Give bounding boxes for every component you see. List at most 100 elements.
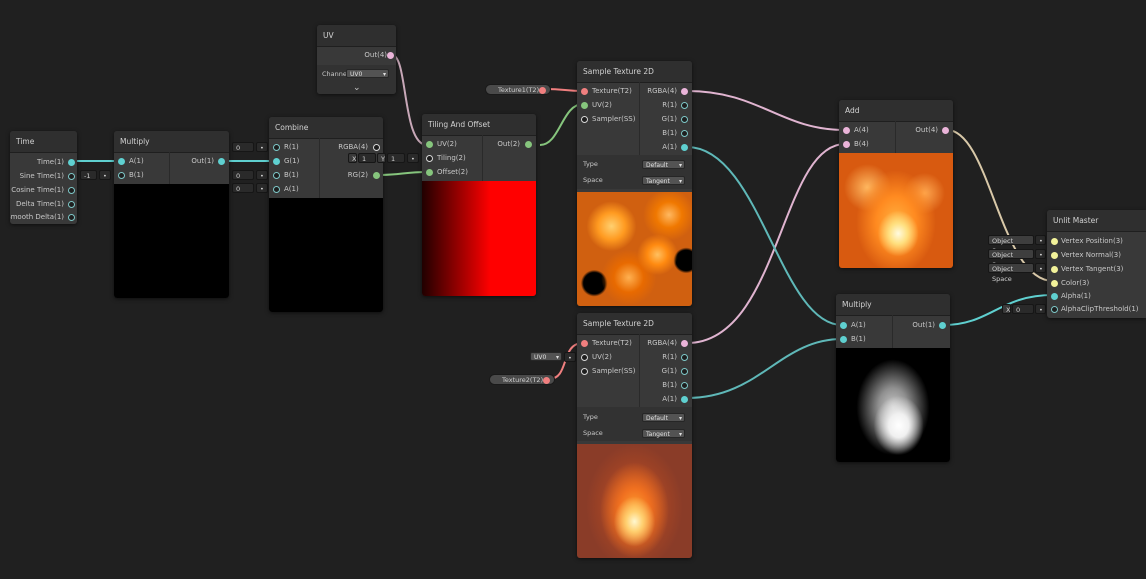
- unlit-vertex-tangent-port[interactable]: [1051, 266, 1058, 273]
- sample1-sampler-port[interactable]: [581, 116, 588, 123]
- multiply2-out-port[interactable]: [939, 322, 946, 329]
- unlit-alpha-port[interactable]: [1051, 293, 1058, 300]
- multiply-node[interactable]: Multiply A(1) B(1) Out(1): [114, 131, 229, 298]
- combine-b-value[interactable]: 0: [232, 170, 254, 180]
- vertex-tangent-space[interactable]: Object Space: [988, 263, 1034, 283]
- time-output-port[interactable]: [68, 173, 75, 180]
- tiling-x-field[interactable]: 1: [358, 153, 376, 163]
- combine-r-value[interactable]: 0: [232, 142, 254, 152]
- sample2-space-dropdown[interactable]: Tangent: [642, 429, 685, 439]
- combine-a-port[interactable]: [273, 186, 280, 193]
- combine-g-label: G(1): [284, 157, 300, 165]
- sample-texture-node[interactable]: Sample Texture 2D Texture(T2) UV(2) Samp…: [577, 61, 692, 306]
- sample1-b-port[interactable]: [681, 130, 688, 137]
- sample2-a-port[interactable]: [681, 396, 688, 403]
- combine-a-label: A(1): [284, 185, 299, 193]
- combine-rg-label: RG(2): [347, 171, 368, 179]
- sample2-texture-port[interactable]: [581, 340, 588, 347]
- sample2-uv-port[interactable]: [581, 354, 588, 361]
- combine-b-port[interactable]: [273, 172, 280, 179]
- multiply1-a-port[interactable]: [118, 158, 125, 165]
- channel-dropdown[interactable]: UV0: [346, 69, 389, 79]
- tiling-offset-node[interactable]: Tiling And Offset UV(2) Tiling(2) Offset…: [422, 114, 536, 296]
- combine-b-label: B(1): [284, 171, 299, 179]
- tiling-tiling-label: Tiling(2): [437, 154, 466, 162]
- alpha-clip-x-label: X: [1002, 304, 1011, 314]
- collapse-chevron-icon[interactable]: ⌄: [353, 83, 361, 93]
- time-output-port[interactable]: [68, 187, 75, 194]
- sample2-g-port[interactable]: [681, 368, 688, 375]
- combine-rg-port[interactable]: [373, 172, 380, 179]
- sample1-space-dropdown[interactable]: Tangent: [642, 176, 685, 186]
- time-output-port[interactable]: [68, 201, 75, 208]
- sample2-a-label: A(1): [662, 395, 677, 403]
- sample1-space-label: Space: [583, 176, 603, 184]
- time-output-port[interactable]: [68, 159, 75, 166]
- sample1-b-label: B(1): [662, 129, 677, 137]
- tiling-uv-port[interactable]: [426, 141, 433, 148]
- tiling-y-field[interactable]: 1: [387, 153, 405, 163]
- sample2-preview: [577, 444, 692, 558]
- sample2-r-port[interactable]: [681, 354, 688, 361]
- sample-texture-node[interactable]: Sample Texture 2D Texture(T2) UV(2) Samp…: [577, 313, 692, 558]
- multiply1-preview: [114, 184, 229, 298]
- alpha-clip-field[interactable]: 0: [1012, 304, 1034, 314]
- tiling-offset-port[interactable]: [426, 169, 433, 176]
- multiply1-a-label: A(1): [129, 157, 144, 165]
- uv-node[interactable]: UV Out(4) Channel UV0 ⌄: [317, 25, 396, 94]
- unlit-vertex-normal-port[interactable]: [1051, 252, 1058, 259]
- sample1-rgba-port[interactable]: [681, 88, 688, 95]
- unlit-alpha-clip-port[interactable]: [1051, 306, 1058, 313]
- texture1-out-port[interactable]: [539, 87, 546, 94]
- sample2-uv-dropdown[interactable]: UV0: [530, 352, 562, 362]
- time-output-port[interactable]: [68, 214, 75, 221]
- uv-out-port[interactable]: [387, 52, 394, 59]
- sample2-type-dropdown[interactable]: Default: [642, 413, 685, 423]
- unlit-vertex-position-label: Vertex Position(3): [1061, 237, 1123, 245]
- sample2-sampler-port[interactable]: [581, 368, 588, 375]
- sample1-a-port[interactable]: [681, 144, 688, 151]
- time-output-label: Cosine Time(1): [11, 186, 64, 194]
- vertex-tangent-connector: •: [1035, 263, 1046, 273]
- vertex-position-space[interactable]: Object Space: [988, 235, 1034, 255]
- sample1-type-dropdown[interactable]: Default: [642, 160, 685, 170]
- multiply-node[interactable]: Multiply A(1) B(1) Out(1): [836, 294, 950, 462]
- vertex-normal-space[interactable]: Object Space: [988, 249, 1034, 269]
- multiply1-b-port[interactable]: [118, 172, 125, 179]
- sample1-texture-port[interactable]: [581, 88, 588, 95]
- combine-r-port[interactable]: [273, 144, 280, 151]
- unlit-color-port[interactable]: [1051, 280, 1058, 287]
- sample1-r-port[interactable]: [681, 102, 688, 109]
- tiling-out-port[interactable]: [525, 141, 532, 148]
- time-node[interactable]: Time Time(1) Sine Time(1) Cosine Time(1)…: [10, 131, 77, 224]
- combine-node[interactable]: Combine R(1) G(1) B(1) A(1) RGBA(4) RG(2…: [269, 117, 383, 312]
- add-out-port[interactable]: [942, 127, 949, 134]
- combine-g-port[interactable]: [273, 158, 280, 165]
- combine-a-connector: •: [256, 183, 268, 193]
- node-title: Tiling And Offset: [422, 114, 536, 136]
- add-a-port[interactable]: [843, 127, 850, 134]
- texture2-out-port[interactable]: [543, 377, 550, 384]
- multiply1-b-value[interactable]: -1: [80, 170, 97, 180]
- multiply2-a-port[interactable]: [840, 322, 847, 329]
- add-node[interactable]: Add A(4) B(4) Out(4): [839, 100, 953, 268]
- vertex-normal-connector: •: [1035, 249, 1046, 259]
- unlit-alpha-label: Alpha(1): [1061, 292, 1091, 300]
- add-b-port[interactable]: [843, 141, 850, 148]
- multiply2-b-port[interactable]: [840, 336, 847, 343]
- unlit-vertex-position-port[interactable]: [1051, 238, 1058, 245]
- sample2-b-port[interactable]: [681, 382, 688, 389]
- node-title: Multiply: [836, 294, 950, 316]
- unlit-master-node[interactable]: Unlit Master Vertex Position(3) Vertex N…: [1047, 210, 1146, 318]
- tiling-tiling-port[interactable]: [426, 155, 433, 162]
- vertex-position-connector: •: [1035, 235, 1046, 245]
- combine-a-value[interactable]: 0: [232, 183, 254, 193]
- sample2-rgba-port[interactable]: [681, 340, 688, 347]
- sample1-uv-port[interactable]: [581, 102, 588, 109]
- multiply2-out-label: Out(1): [912, 321, 935, 329]
- combine-r-connector: •: [256, 142, 268, 152]
- sample1-g-port[interactable]: [681, 116, 688, 123]
- multiply1-out-port[interactable]: [218, 158, 225, 165]
- combine-rgba-port[interactable]: [373, 144, 380, 151]
- sample1-type-label: Type: [583, 160, 598, 168]
